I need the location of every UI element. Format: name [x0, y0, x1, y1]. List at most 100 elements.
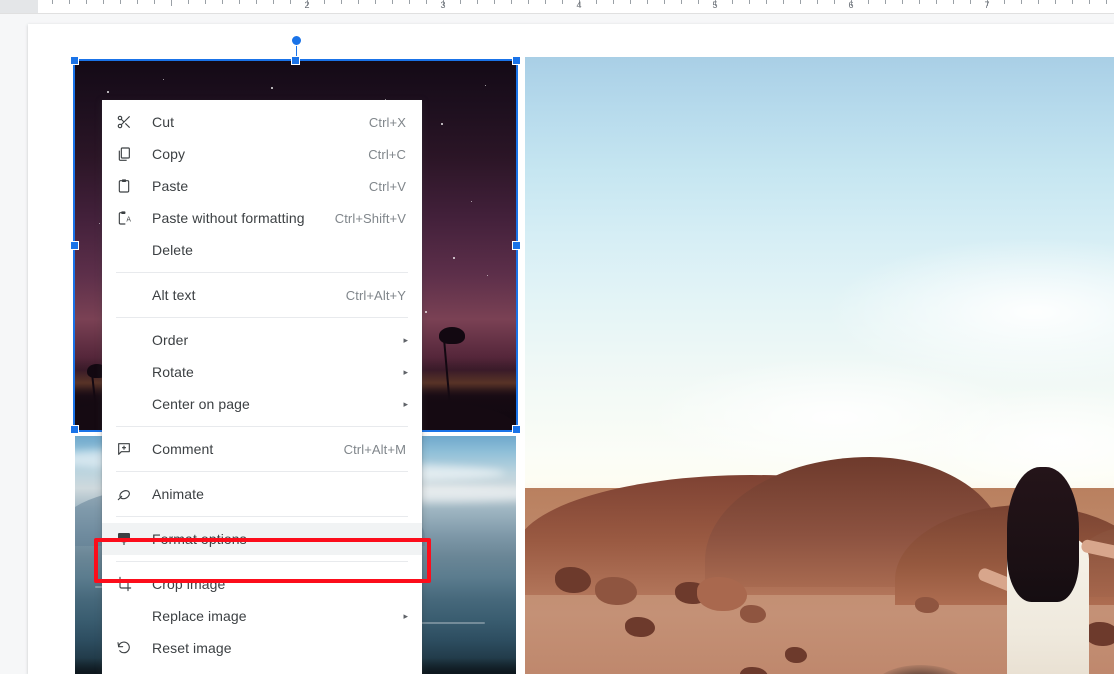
- ruler-minor-tick: [953, 0, 954, 4]
- menu-item-shortcut: Ctrl+Alt+Y: [345, 287, 406, 303]
- desert-woman-image[interactable]: [525, 57, 1114, 674]
- menu-separator: [116, 317, 408, 318]
- ruler-minor-tick: [222, 0, 223, 4]
- rock: [555, 567, 591, 593]
- ruler-minor-tick: [154, 0, 155, 4]
- person-hair: [1007, 467, 1079, 602]
- ruler-minor-tick: [528, 0, 529, 4]
- ruler-minor-tick: [137, 0, 138, 4]
- menu-item-crop-image[interactable]: Crop image: [102, 568, 422, 600]
- ruler-minor-tick: [1106, 0, 1107, 4]
- ruler-minor-tick: [1038, 0, 1039, 4]
- menu-separator: [116, 426, 408, 427]
- ruler-left-margin-zone[interactable]: [0, 0, 38, 14]
- resize-handle-top-center[interactable]: [291, 56, 300, 65]
- format-options-icon: [116, 530, 138, 548]
- ruler-minor-tick: [1089, 0, 1090, 4]
- menu-item-label: Rotate: [152, 364, 194, 380]
- menu-item-center-on-page[interactable]: Center on page ▸: [102, 388, 422, 420]
- no-icon: [116, 607, 138, 625]
- menu-item-label: Comment: [152, 441, 214, 457]
- ruler-minor-tick: [698, 0, 699, 4]
- chevron-right-icon: ▸: [403, 611, 408, 621]
- menu-item-cut[interactable]: Cut Ctrl+X: [102, 106, 422, 138]
- menu-item-shortcut: Ctrl+Alt+M: [343, 441, 406, 457]
- ruler-number-6: 6: [848, 0, 854, 10]
- chevron-right-icon: ▸: [403, 335, 408, 345]
- reset-icon: [116, 639, 138, 657]
- ruler-number-3: 3: [440, 0, 446, 10]
- menu-item-label: Paste without formatting: [152, 210, 305, 226]
- ruler-minor-tick: [375, 0, 376, 4]
- horizontal-ruler[interactable]: 2 3 4 5 6 7: [0, 0, 1114, 14]
- menu-separator: [116, 561, 408, 562]
- ruler-minor-tick: [358, 0, 359, 4]
- rock: [1085, 622, 1114, 646]
- menu-item-animate[interactable]: Animate: [102, 478, 422, 510]
- resize-handle-middle-right[interactable]: [512, 241, 521, 250]
- resize-handle-top-right[interactable]: [512, 56, 521, 65]
- rock: [915, 597, 939, 613]
- ruler-track[interactable]: 2 3 4 5 6 7: [38, 0, 1114, 14]
- ruler-minor-tick: [766, 0, 767, 4]
- resize-handle-middle-left[interactable]: [70, 241, 79, 250]
- no-icon: [116, 331, 138, 349]
- ruler-minor-tick: [1055, 0, 1056, 4]
- no-icon: [116, 395, 138, 413]
- ruler-minor-tick: [545, 0, 546, 4]
- ruler-minor-tick: [732, 0, 733, 4]
- ruler-minor-tick: [120, 0, 121, 4]
- resize-handle-bottom-right[interactable]: [512, 425, 521, 434]
- menu-item-copy[interactable]: Copy Ctrl+C: [102, 138, 422, 170]
- menu-item-paste[interactable]: Paste Ctrl+V: [102, 170, 422, 202]
- ruler-major-tick: [171, 0, 172, 6]
- ruler-minor-tick: [1072, 0, 1073, 4]
- ruler-minor-tick: [630, 0, 631, 4]
- menu-item-shortcut: Ctrl+V: [368, 178, 406, 194]
- ruler-minor-tick: [681, 0, 682, 4]
- ruler-minor-tick: [239, 0, 240, 4]
- ruler-minor-tick: [426, 0, 427, 4]
- menu-item-replace-image[interactable]: Replace image ▸: [102, 600, 422, 632]
- image-context-menu[interactable]: Cut Ctrl+X Copy Ctrl+C Paste Ctrl+V A Pa…: [102, 100, 422, 674]
- ruler-minor-tick: [1004, 0, 1005, 4]
- resize-handle-top-left[interactable]: [70, 56, 79, 65]
- resize-handle-bottom-left[interactable]: [70, 425, 79, 434]
- menu-item-shortcut: Ctrl+X: [368, 114, 406, 130]
- palm-fronds: [439, 327, 465, 344]
- ruler-minor-tick: [290, 0, 291, 4]
- menu-item-label: Crop image: [152, 576, 226, 592]
- menu-separator: [116, 272, 408, 273]
- menu-item-format-options[interactable]: Format options: [102, 523, 422, 555]
- scissors-icon: [116, 113, 138, 131]
- menu-item-paste-without-formatting[interactable]: A Paste without formatting Ctrl+Shift+V: [102, 202, 422, 234]
- rock: [625, 617, 655, 637]
- ruler-number-7: 7: [984, 0, 990, 10]
- rock: [785, 647, 807, 663]
- ruler-minor-tick: [188, 0, 189, 4]
- menu-item-alt-text[interactable]: Alt text Ctrl+Alt+Y: [102, 279, 422, 311]
- rock: [595, 577, 637, 605]
- ruler-minor-tick: [86, 0, 87, 4]
- menu-item-delete[interactable]: Delete: [102, 234, 422, 266]
- menu-item-label: Animate: [152, 486, 205, 502]
- ruler-number-4: 4: [576, 0, 582, 10]
- menu-item-label: Replace image: [152, 608, 247, 624]
- rotation-handle[interactable]: [291, 35, 302, 46]
- menu-item-shortcut: Ctrl+C: [368, 146, 406, 162]
- menu-separator: [116, 516, 408, 517]
- animate-icon: [116, 485, 138, 503]
- ruler-minor-tick: [1021, 0, 1022, 4]
- ruler-minor-tick: [970, 0, 971, 4]
- menu-item-comment[interactable]: Comment Ctrl+Alt+M: [102, 433, 422, 465]
- menu-item-order[interactable]: Order ▸: [102, 324, 422, 356]
- menu-item-label: Cut: [152, 114, 175, 130]
- menu-item-label: Delete: [152, 242, 194, 258]
- ruler-minor-tick: [868, 0, 869, 4]
- ruler-minor-tick: [52, 0, 53, 4]
- menu-item-rotate[interactable]: Rotate ▸: [102, 356, 422, 388]
- menu-item-reset-image[interactable]: Reset image: [102, 632, 422, 664]
- ruler-minor-tick: [256, 0, 257, 4]
- clipboard-icon: [116, 177, 138, 195]
- ruler-minor-tick: [613, 0, 614, 4]
